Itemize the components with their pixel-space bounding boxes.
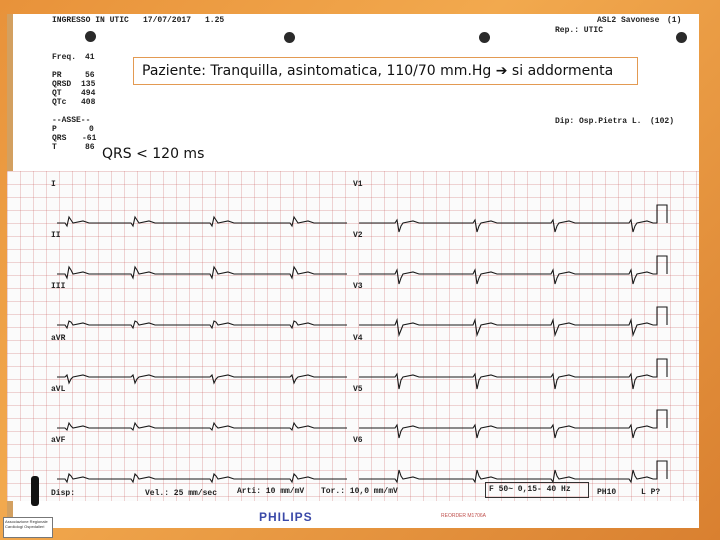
limb-lead-trace (57, 320, 347, 330)
limb-lead-trace (57, 421, 347, 432)
qrs-duration-note: QRS < 120 ms (102, 146, 205, 162)
qtc-value: 408 (81, 98, 96, 107)
limb-lead-trace (57, 472, 347, 484)
punch-hole (479, 32, 490, 43)
punch-hole (85, 31, 96, 42)
qrsd-value: 135 (81, 80, 96, 89)
freq-value: 41 (85, 53, 95, 62)
t-axis-value: 86 (85, 143, 95, 152)
axes-label: --ASSE-- (52, 116, 91, 125)
chest-lead-trace (359, 255, 668, 285)
lead-label-iii: III (51, 282, 66, 291)
freq-label: Freq. (52, 53, 77, 62)
speed-label: Vel.: 25 mm/sec (145, 489, 218, 498)
t-axis-label: T (52, 143, 57, 152)
paper-marker (31, 476, 39, 506)
lead-label-v4: V4 (353, 334, 363, 343)
chest-lead-trace (359, 306, 668, 338)
reorder-code: REORDER M1706A (441, 513, 487, 519)
chest-lead-trace (359, 358, 668, 390)
lead-label-v1: V1 (353, 180, 363, 189)
lead-label-ii: II (51, 231, 61, 240)
facility-code: (102) (650, 117, 675, 126)
institution-name: ASL2 Savonese (597, 16, 660, 25)
chest-lead-trace (359, 204, 668, 233)
limb-lead-trace (57, 373, 347, 385)
chest-lead-trace (359, 409, 668, 439)
lead-label-i: I (51, 180, 56, 189)
limb-gain-label: Arti: 10 mm/mV (237, 487, 305, 496)
qtc-label: QTc (52, 98, 67, 107)
lead-label-v3: V3 (353, 282, 363, 291)
p-axis-label: P (52, 125, 57, 134)
institution-code: (1) (667, 16, 682, 25)
lead-label-v2: V2 (353, 231, 363, 240)
punch-hole (284, 32, 295, 43)
association-badge: Associazione Regionale Cardiologi Ospeda… (3, 517, 53, 538)
admission-label: INGRESSO IN UTIC (52, 16, 129, 25)
record-date: 17/07/2017 (143, 16, 192, 25)
lead-label-avr: aVR (51, 334, 66, 343)
punch-hole (676, 32, 687, 43)
lead-label-v6: V6 (353, 436, 363, 445)
qrsd-label: QRSD (52, 80, 72, 89)
filter-label: F 50~ 0,15- 40 Hz (489, 485, 571, 494)
qrs-axis-value: -61 (82, 134, 97, 143)
brand-logo: PHILIPS (259, 510, 313, 524)
model-label: PH10 (597, 488, 617, 497)
chest-gain-label: Tor.: 10,0 mm/mV (321, 487, 398, 496)
patient-status-callout: Paziente: Tranquilla, asintomatica, 110/… (133, 57, 638, 85)
lead-label-avl: aVL (51, 385, 66, 394)
limb-lead-trace (57, 265, 347, 280)
pr-label: PR (52, 71, 62, 80)
lead-label-avf: aVF (51, 436, 66, 445)
facility-label: Dip: Osp.Pietra L. (555, 117, 642, 126)
ecg-sheet: INGRESSO IN UTIC 17/07/2017 1.25 ASL2 Sa… (7, 14, 699, 528)
qrs-axis-label: QRS (52, 134, 67, 143)
lp-label: L P? (641, 488, 661, 497)
chest-lead-trace (359, 460, 668, 484)
qt-value: 494 (81, 89, 96, 98)
p-axis-value: 0 (89, 125, 94, 134)
limb-lead-trace (57, 215, 347, 228)
record-time: 1.25 (205, 16, 225, 25)
display-label: Disp: (51, 489, 76, 498)
qt-label: QT (52, 89, 62, 98)
lead-label-v5: V5 (353, 385, 363, 394)
pr-value: 56 (85, 71, 95, 80)
department-label: Rep.: UTIC (555, 26, 604, 35)
